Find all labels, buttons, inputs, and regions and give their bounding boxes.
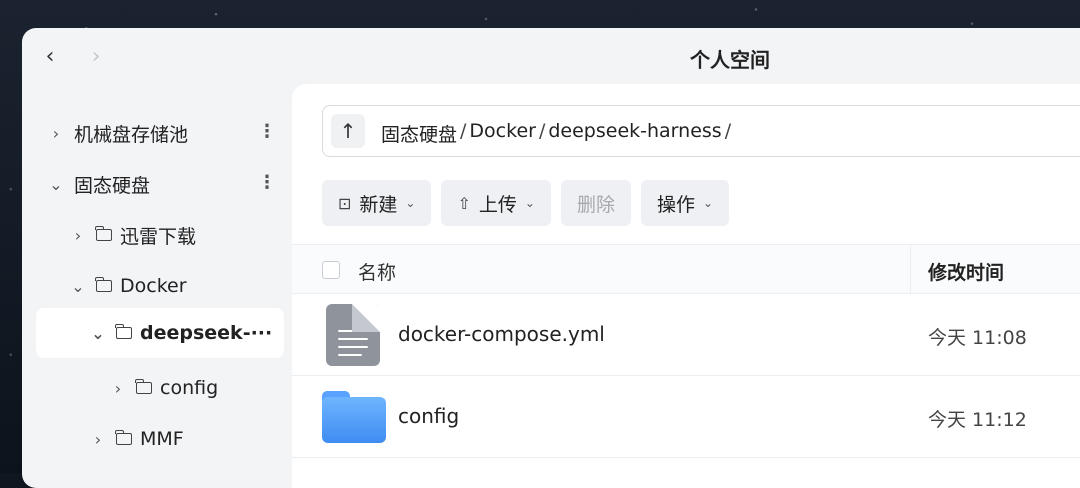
title-bar: ‹ › 个人空间 (22, 28, 1080, 84)
file-icon-line (338, 354, 362, 356)
chevron-right-icon: › (91, 43, 101, 69)
breadcrumb: 固态硬盘 / Docker / deepseek-harness / (381, 120, 731, 147)
forward-button[interactable]: › (82, 42, 110, 70)
toolbar: ⊡ 新建 ⌄ ⇧ 上传 ⌄ 删除 操作 ⌄ (322, 180, 730, 226)
sidebar-item-ssd[interactable]: ⌄ 固态硬盘 ⋮ (46, 159, 276, 209)
actions-button-label: 操作 (656, 193, 695, 216)
more-options-icon[interactable]: ⋮ (258, 172, 276, 193)
back-button[interactable]: ‹ (36, 42, 64, 70)
folder-icon (95, 226, 112, 241)
path-bar[interactable]: ↑ 固态硬盘 / Docker / deepseek-harness / (322, 105, 1080, 157)
sidebar-item-label: MMF (140, 428, 184, 450)
breadcrumb-segment[interactable]: Docker (469, 120, 536, 147)
table-header: 名称 修改时间 (292, 244, 1080, 294)
breadcrumb-separator: / (724, 120, 732, 142)
file-modified-time: 今天 11:12 (928, 409, 1027, 431)
sidebar-item-label: 迅雷下载 (120, 225, 197, 248)
file-icon-line (338, 330, 360, 332)
breadcrumb-separator: / (460, 120, 467, 142)
chevron-down-icon: ⌄ (49, 174, 63, 194)
breadcrumb-segment[interactable]: deepseek-harness (548, 120, 721, 147)
chevron-down-icon: ⌄ (71, 276, 85, 296)
chevron-down-icon: ⌄ (524, 196, 535, 210)
column-header-modified[interactable]: 修改时间 (928, 258, 1004, 285)
column-divider[interactable] (910, 245, 911, 293)
upload-button[interactable]: ⇧ 上传 ⌄ (441, 180, 551, 226)
file-name[interactable]: docker-compose.yml (398, 322, 605, 346)
table-row[interactable]: config 今天 11:12 (292, 376, 1080, 458)
sidebar-item-docker[interactable]: ⌄ Docker (68, 261, 268, 311)
sidebar-item-deepseek[interactable]: ⌄ deepseek-··· (36, 308, 284, 358)
main-panel: ↑ 固态硬盘 / Docker / deepseek-harness / ⊡ 新… (292, 84, 1080, 488)
folder-icon-body (322, 397, 386, 443)
sidebar-item-label: Docker (120, 275, 187, 297)
file-name[interactable]: config (398, 404, 459, 428)
sidebar-item-mechanical-pool[interactable]: › 机械盘存储池 ⋮ (46, 108, 276, 158)
new-button-label: 新建 (359, 193, 398, 216)
select-all-checkbox[interactable] (322, 261, 340, 279)
chevron-right-icon: › (114, 378, 122, 398)
file-manager-window: ‹ › 个人空间 › 机械盘存储池 ⋮ ⌄ 固态硬盘 ⋮ › 迅雷下载 ⌄ Do… (22, 28, 1080, 488)
folder-icon (322, 391, 386, 443)
actions-button[interactable]: 操作 ⌄ (640, 180, 730, 226)
chevron-down-icon: ⌄ (703, 196, 714, 210)
file-icon-line (338, 346, 368, 348)
new-file-icon: ⊡ (338, 193, 352, 213)
chevron-right-icon: › (94, 429, 102, 449)
sidebar-item-label: config (160, 377, 219, 399)
chevron-right-icon: › (74, 225, 82, 245)
column-header-name[interactable]: 名称 (358, 258, 396, 285)
table-row[interactable]: docker-compose.yml 今天 11:08 (292, 294, 1080, 376)
delete-button-label: 删除 (576, 193, 615, 216)
more-options-icon[interactable]: ⋮ (258, 121, 276, 142)
file-icon-line (338, 338, 368, 340)
sidebar-item-label: deepseek-··· (140, 322, 273, 344)
breadcrumb-separator: / (538, 120, 546, 142)
folder-icon (115, 324, 132, 339)
up-directory-button[interactable]: ↑ (331, 114, 365, 148)
delete-button[interactable]: 删除 (560, 180, 631, 226)
sidebar-item-config[interactable]: › config (108, 363, 278, 413)
document-file-icon (326, 304, 380, 366)
file-modified-time: 今天 11:08 (928, 327, 1027, 349)
sidebar-item-label: 机械盘存储池 (74, 123, 189, 146)
chevron-down-icon: ⌄ (91, 323, 105, 343)
window-title: 个人空间 (690, 48, 770, 72)
upload-icon: ⇧ (457, 193, 471, 213)
upload-button-label: 上传 (478, 193, 517, 216)
sidebar-item-mmf[interactable]: › MMF (88, 414, 268, 464)
arrow-up-icon: ↑ (339, 119, 357, 143)
chevron-right-icon: › (52, 123, 60, 143)
folder-icon (95, 277, 112, 292)
breadcrumb-segment[interactable]: 固态硬盘 (381, 120, 457, 147)
chevron-left-icon: ‹ (45, 43, 55, 69)
folder-icon (115, 430, 132, 445)
sidebar-item-label: 固态硬盘 (74, 174, 151, 197)
chevron-down-icon: ⌄ (405, 196, 416, 210)
sidebar-item-xunlei[interactable]: › 迅雷下载 (68, 210, 268, 260)
new-button[interactable]: ⊡ 新建 ⌄ (322, 180, 432, 226)
folder-icon (135, 379, 152, 394)
